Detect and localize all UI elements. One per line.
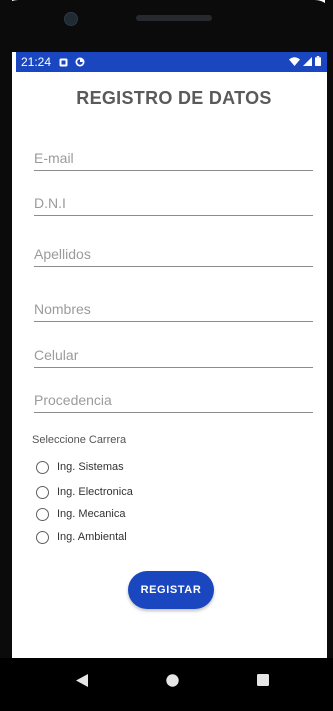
radio-unchecked-icon[interactable] [36, 530, 49, 544]
wifi-icon [289, 55, 300, 69]
register-button[interactable]: REGISTAR [128, 571, 214, 609]
celular-field[interactable] [34, 343, 313, 368]
app-notification-icon [75, 57, 85, 67]
radio-unchecked-icon[interactable] [36, 507, 49, 521]
apellidos-field[interactable] [34, 242, 313, 267]
page-title: REGISTRO DE DATOS [76, 88, 272, 108]
procedencia-field[interactable] [34, 388, 313, 413]
radio-label: Ing. Electronica [57, 486, 133, 498]
radio-ing-sistemas[interactable]: Ing. Sistemas [36, 458, 124, 476]
status-bar: 21:24 [16, 52, 327, 72]
phone-bezel-left [0, 0, 12, 711]
status-right-icons [289, 55, 321, 69]
navigation-bar [0, 658, 333, 711]
radio-unchecked-icon[interactable] [36, 485, 49, 499]
email-field[interactable] [34, 146, 313, 171]
recents-icon[interactable] [253, 670, 273, 690]
dni-field[interactable] [34, 191, 313, 216]
career-section-label: Seleccione Carrera [32, 434, 127, 446]
radio-label: Ing. Mecanica [57, 508, 126, 520]
radio-ing-mecanica[interactable]: Ing. Mecanica [36, 505, 125, 523]
radio-label: Ing. Sistemas [57, 461, 124, 473]
phone-bezel-top [0, 0, 333, 52]
radio-unchecked-icon[interactable] [36, 460, 49, 474]
battery-icon [315, 55, 321, 69]
phone-screen: 21:24 REGISTRO DE DATOS Seleccione Ca [0, 0, 333, 711]
nombres-field[interactable] [34, 297, 313, 322]
radio-label: Ing. Ambiental [57, 531, 127, 543]
signal-icon [303, 55, 312, 69]
earpiece-speaker [136, 15, 212, 21]
notification-icon [58, 57, 68, 67]
home-icon[interactable] [162, 670, 182, 690]
front-camera [64, 12, 78, 26]
radio-ing-ambiental[interactable]: Ing. Ambiental [36, 528, 127, 546]
back-icon[interactable] [72, 670, 92, 690]
registration-form: REGISTRO DE DATOS Seleccione Carrera Ing… [16, 72, 327, 658]
radio-ing-electronica[interactable]: Ing. Electronica [36, 483, 133, 501]
status-time: 21:24 [21, 55, 52, 69]
